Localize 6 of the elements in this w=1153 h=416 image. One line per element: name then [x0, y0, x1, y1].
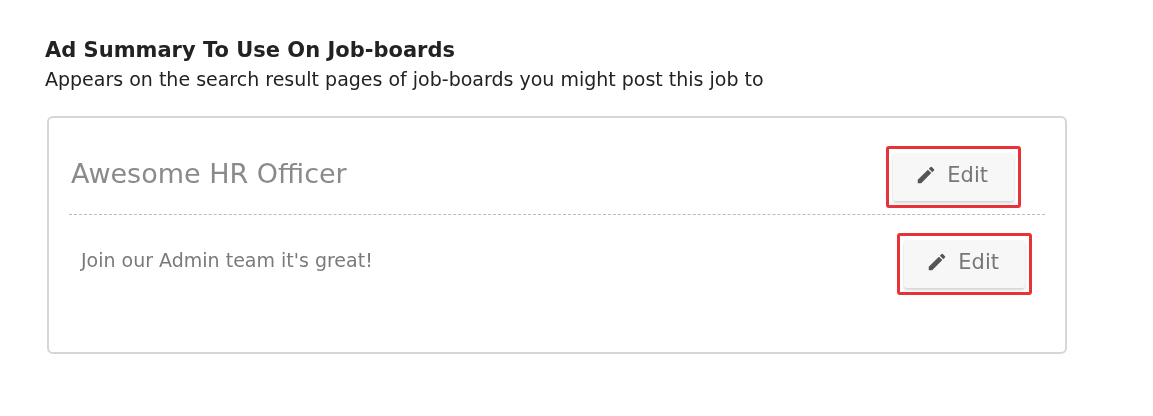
- section-heading: Ad Summary To Use On Job-boards: [45, 38, 456, 62]
- edit-button[interactable]: Edit: [893, 153, 1014, 201]
- ad-summary: Join our Admin team it's great!: [81, 249, 373, 271]
- edit-button[interactable]: Edit: [904, 240, 1025, 288]
- section-description: Appears on the search result pages of job-boards you might post this job to: [45, 68, 765, 90]
- ad-title: Awesome HR Officer: [71, 157, 347, 189]
